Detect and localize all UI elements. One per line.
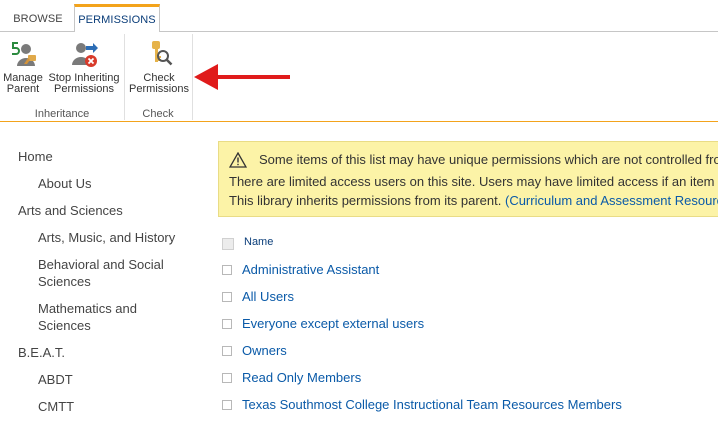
warning-icon [228,151,248,173]
list-item: All Users [222,288,702,306]
group-link[interactable]: Administrative Assistant [242,261,379,279]
row-checkbox[interactable] [222,346,232,356]
stop-inheriting-button[interactable]: Stop Inheriting Permissions [47,38,121,95]
group-label-inheritance: Inheritance [34,108,90,120]
nav-item-cmtt[interactable]: CMTT [38,398,188,415]
row-checkbox[interactable] [222,373,232,383]
check-permissions-label: Check Permissions [129,72,189,95]
stop-inheriting-icon [47,38,121,70]
nav-item-behavioral-social-sciences[interactable]: Behavioral and Social Sciences [38,256,188,290]
nav-item-about-us[interactable]: About Us [38,175,188,192]
ribbon-bottom-border [0,121,718,122]
select-all-checkbox[interactable] [222,238,234,250]
manage-parent-button[interactable]: Manage Parent [2,38,44,95]
row-checkbox[interactable] [222,265,232,275]
nav-item-arts-and-sciences[interactable]: Arts and Sciences [18,202,168,219]
banner-inherits-text: This library inherits permissions from i… [229,193,505,208]
status-banner: Some items of this list may have unique … [218,141,718,217]
ribbon: Manage Parent Stop Inheriting Permission… [0,32,718,122]
tab-permissions[interactable]: PERMISSIONS [74,4,160,32]
row-checkbox[interactable] [222,292,232,302]
group-link[interactable]: Read Only Members [242,369,361,387]
manage-parent-label: Manage Parent [3,72,43,95]
nav-item-beat[interactable]: B.E.A.T. [18,344,168,361]
row-checkbox[interactable] [222,400,232,410]
group-label-check: Check [142,108,174,120]
group-link[interactable]: All Users [242,288,294,306]
list-item: Administrative Assistant [222,261,702,279]
banner-line-limited-access: There are limited access users on this s… [229,174,718,189]
column-header-name[interactable]: Name [244,236,273,248]
nav-item-mathematics-sciences[interactable]: Mathematics and Sciences [38,300,188,334]
list-item: Everyone except external users [222,315,702,333]
group-link[interactable]: Everyone except external users [242,315,424,333]
list-header: Name [222,234,702,252]
check-permissions-icon [128,38,190,70]
nav-item-home[interactable]: Home [18,148,168,165]
parent-site-link[interactable]: (Curriculum and Assessment Resource [505,193,718,208]
list-item: Read Only Members [222,369,702,387]
manage-parent-icon [2,38,44,70]
row-checkbox[interactable] [222,319,232,329]
group-link[interactable]: Texas Southmost College Instructional Te… [242,396,622,414]
list-item: Owners [222,342,702,360]
group-link[interactable]: Owners [242,342,287,360]
banner-line-unique-permissions: Some items of this list may have unique … [259,152,718,167]
list-item: Texas Southmost College Instructional Te… [222,396,702,414]
banner-line-inherits: This library inherits permissions from i… [229,193,718,208]
tab-browse[interactable]: BROWSE [7,6,69,32]
nav-item-arts-music-history[interactable]: Arts, Music, and History [38,229,188,246]
check-permissions-button[interactable]: Check Permissions [128,38,190,95]
ribbon-tabs: BROWSE PERMISSIONS [0,0,718,32]
red-arrow-annotation [194,64,290,90]
nav-item-abdt[interactable]: ABDT [38,371,188,388]
stop-inheriting-label: Stop Inheriting Permissions [48,72,120,95]
